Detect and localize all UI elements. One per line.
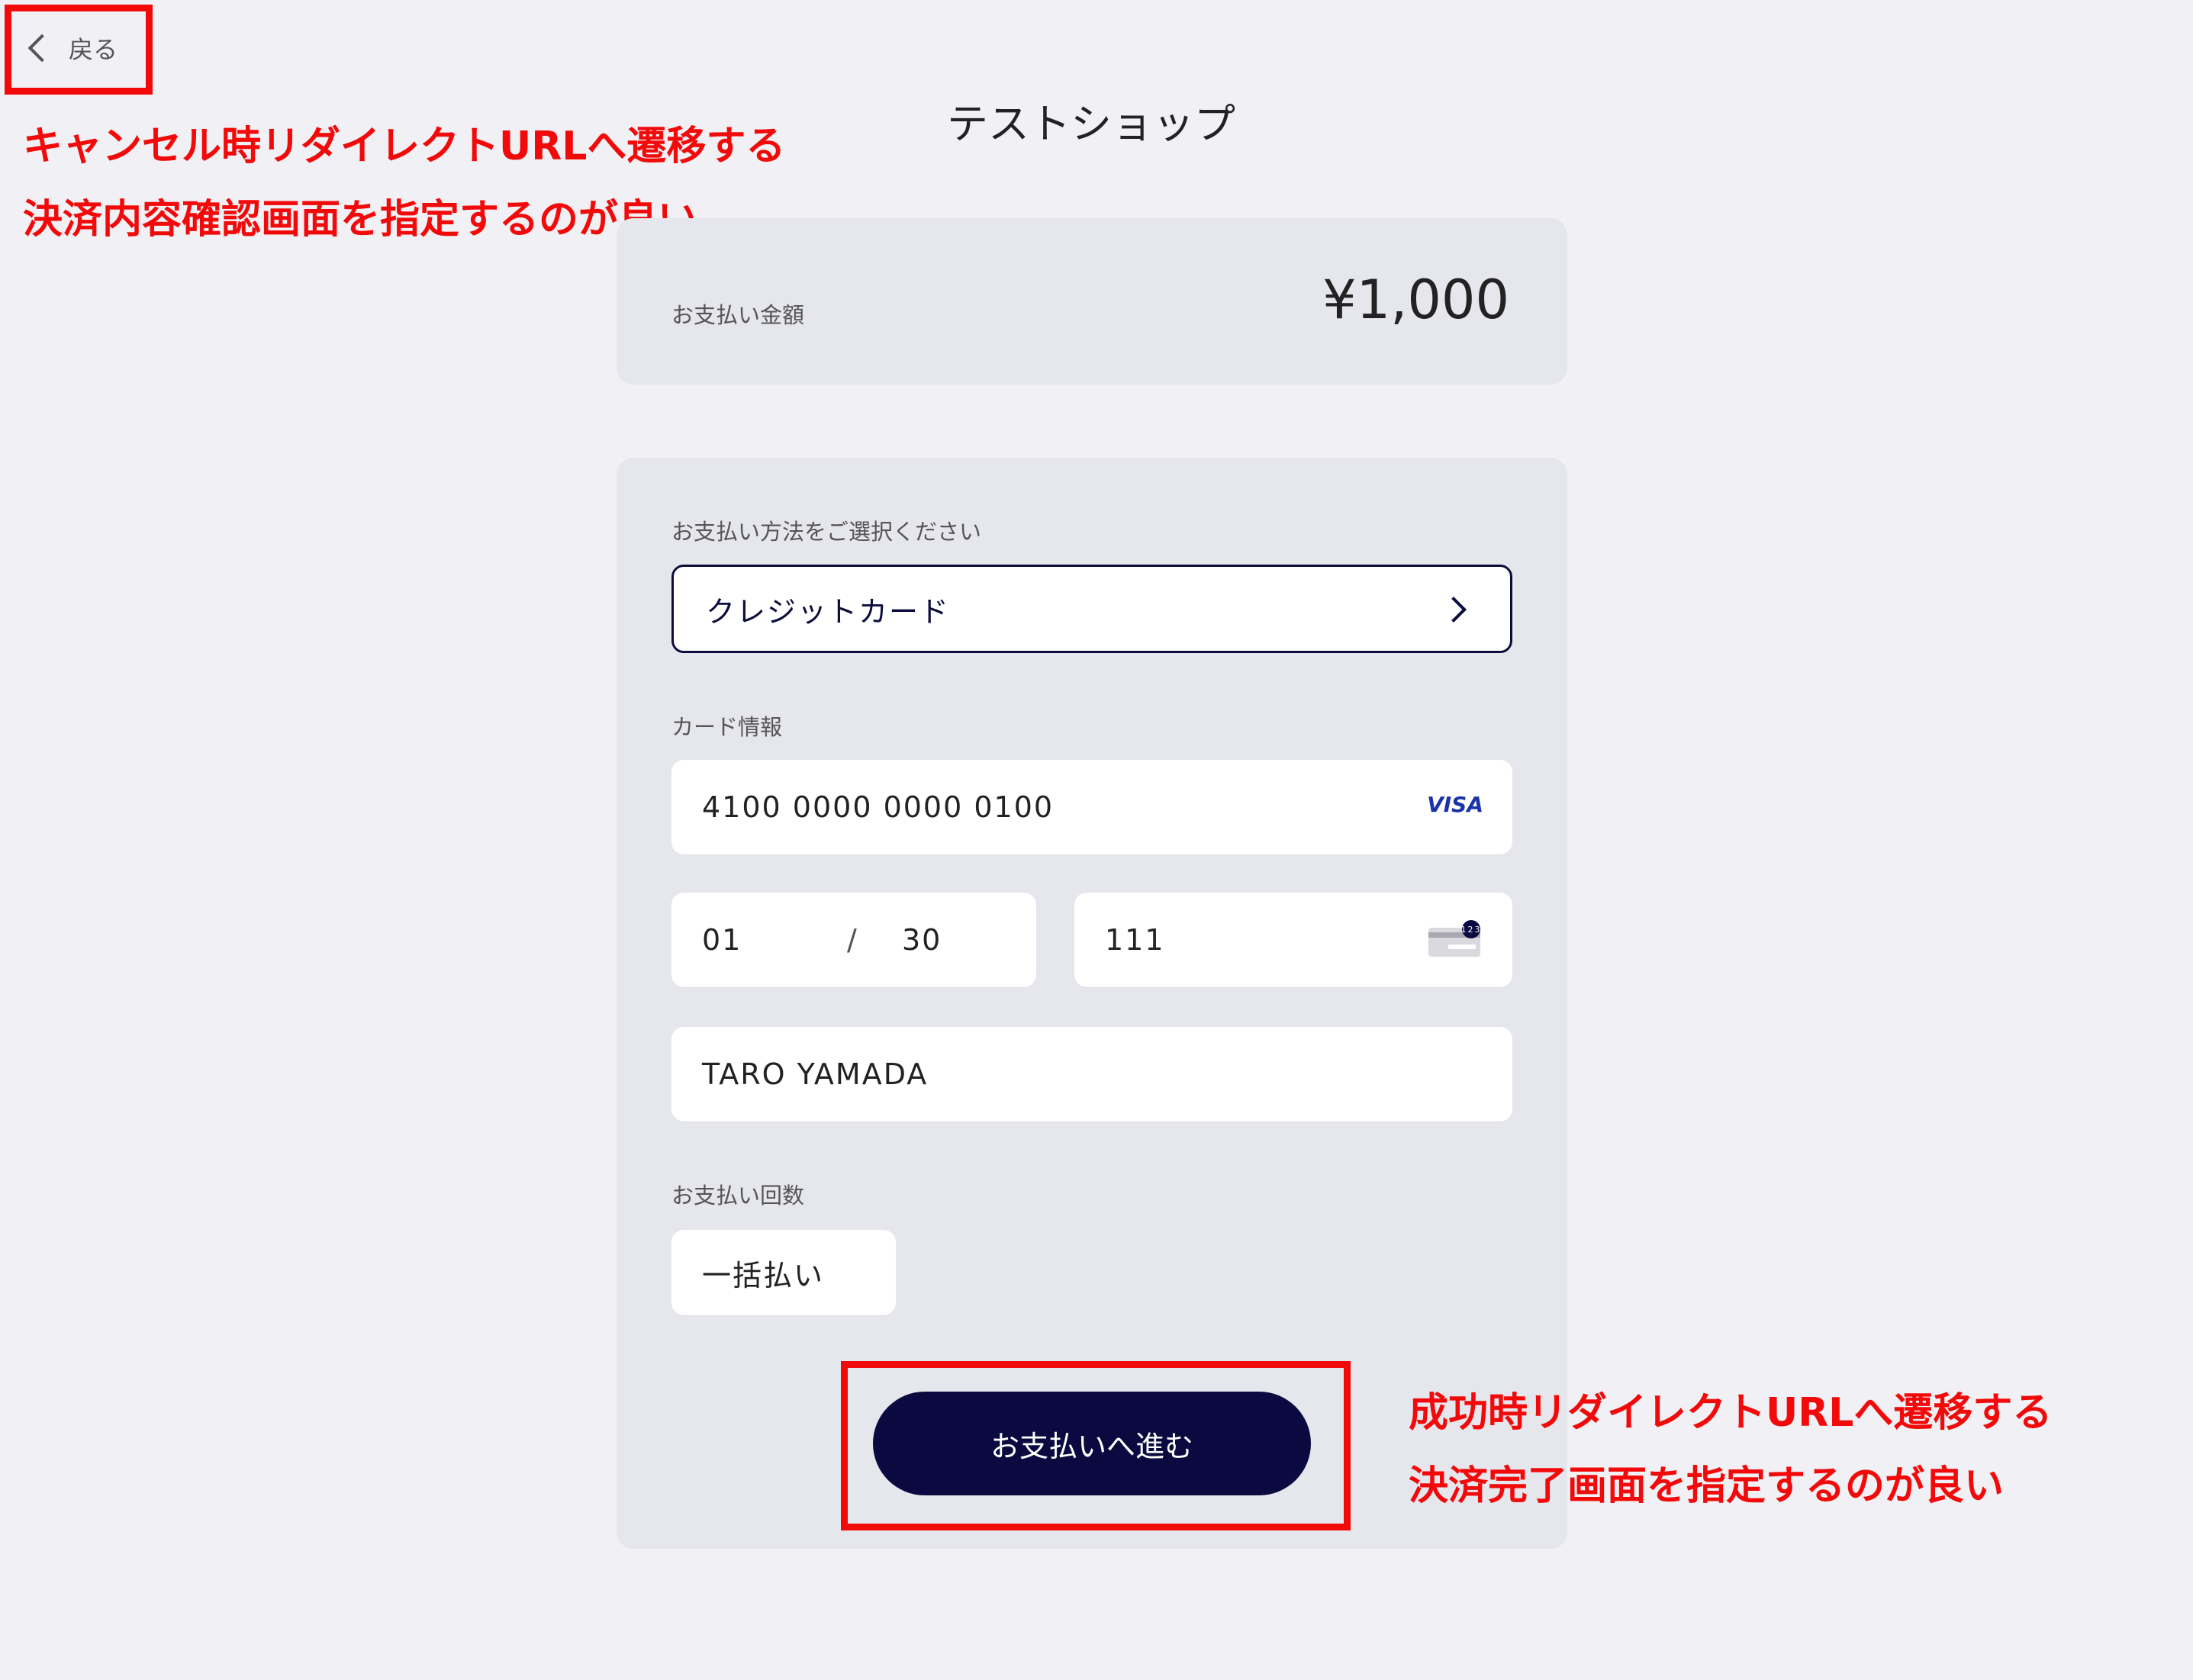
card-number-value: 4100 0000 0000 0100 — [702, 790, 1055, 824]
amount-label: お支払い金額 — [671, 302, 805, 328]
payment-method-value: クレジットカード — [706, 594, 951, 629]
installments-label: お支払い回数 — [671, 1183, 805, 1209]
shop-title: テストショップ — [947, 100, 1235, 148]
card-info-label: カード情報 — [671, 714, 783, 740]
expiry-month: 01 — [702, 923, 742, 957]
cvc-value: 111 — [1105, 923, 1165, 957]
expiry-separator: / — [847, 923, 858, 957]
success-annotation-line2: 決済完了画面を指定するのが良い — [1409, 1463, 2005, 1509]
payment-method-label: お支払い方法をご選択ください — [671, 519, 982, 545]
cancel-annotation-box — [5, 5, 153, 95]
installments-select[interactable]: 一括払い — [671, 1230, 896, 1315]
cancel-annotation-line1: キャンセル時リダイレクトURLへ遷移する — [23, 124, 786, 169]
cvc-input[interactable]: 111 123 — [1074, 893, 1512, 987]
cardholder-name-value: TARO YAMADA — [702, 1057, 929, 1091]
success-annotation-box — [841, 1361, 1351, 1530]
card-number-input[interactable]: 4100 0000 0000 0100 VISA — [671, 760, 1512, 854]
expiry-input[interactable]: 01 / 30 — [671, 893, 1036, 987]
success-annotation-line1: 成功時リダイレクトURLへ遷移する — [1409, 1390, 2053, 1436]
card-cvc-icon: 123 — [1428, 920, 1482, 957]
visa-logo-icon: VISA — [1427, 792, 1483, 817]
amount-value: ¥1,000 — [1322, 269, 1509, 331]
cardholder-name-input[interactable]: TARO YAMADA — [671, 1027, 1512, 1122]
cancel-annotation-line2: 決済内容確認画面を指定するのが良い — [23, 197, 698, 243]
installments-value: 一括払い — [702, 1258, 825, 1292]
payment-method-select[interactable]: クレジットカード — [671, 565, 1512, 653]
expiry-year: 30 — [902, 923, 942, 957]
cvc-icon-number: 123 — [1461, 925, 1482, 935]
chevron-right-icon — [1441, 597, 1467, 623]
